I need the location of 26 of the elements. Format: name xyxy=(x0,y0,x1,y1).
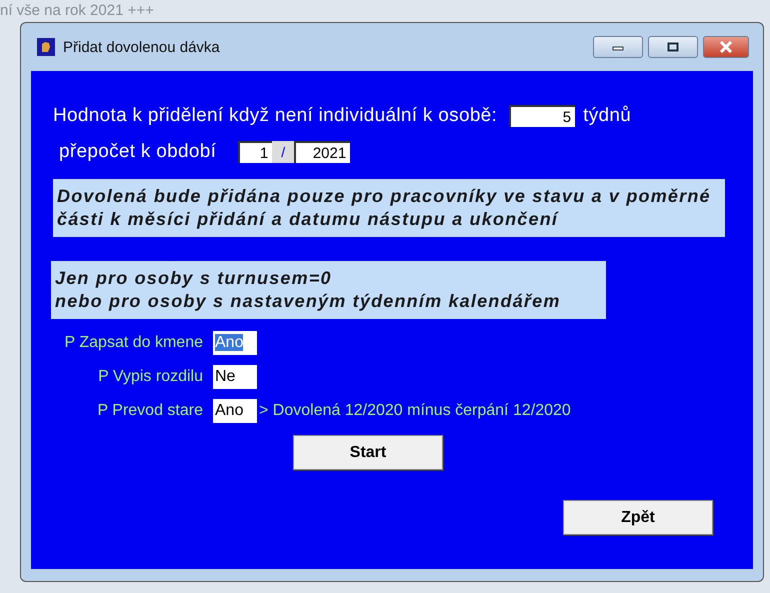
option-field[interactable]: Ano xyxy=(213,399,257,423)
period-label: přepočet k období xyxy=(59,141,216,163)
maximize-icon xyxy=(667,42,679,52)
option-label: P Prevod stare xyxy=(96,402,203,420)
background-text: ní vše na rok 2021 +++ xyxy=(0,2,154,20)
info-note: Dovolená bude přidána pouze pro pracovníky ve stavu a v poměrné části k měsíci přidání a datumu nástupu a ukončení xyxy=(53,179,725,237)
weeks-field[interactable]: 5 xyxy=(509,105,576,127)
info-note: Jen pro osoby s turnusem=0 nebo pro osoby s nastaveným týdenním kalendářem xyxy=(51,261,606,319)
option-field[interactable]: Ne xyxy=(213,365,257,389)
weeks-unit: týdnů xyxy=(583,105,632,127)
close-icon xyxy=(719,41,733,53)
period-separator: / xyxy=(272,141,294,163)
window-title: Přidat dovolenou dávka xyxy=(63,38,220,56)
option-hint: > Dovolená 12/2020 mínus čerpání 12/2020 xyxy=(259,402,571,420)
weeks-label: Hodnota k přidělení když není individuální k osobě: xyxy=(53,105,498,127)
close-button[interactable] xyxy=(703,36,749,58)
maximize-button[interactable] xyxy=(648,36,698,58)
option-field[interactable]: Ano xyxy=(213,331,257,355)
start-button[interactable]: Start xyxy=(293,435,443,470)
option-label: P Zapsat do kmene xyxy=(64,334,203,352)
month-field[interactable]: 1 xyxy=(238,141,272,163)
back-button[interactable]: Zpět xyxy=(563,500,713,535)
minimize-button[interactable] xyxy=(593,36,643,58)
option-label: P Vypis rozdilu xyxy=(97,368,203,386)
app-icon xyxy=(37,38,55,56)
year-field[interactable]: 2021 xyxy=(294,141,350,163)
